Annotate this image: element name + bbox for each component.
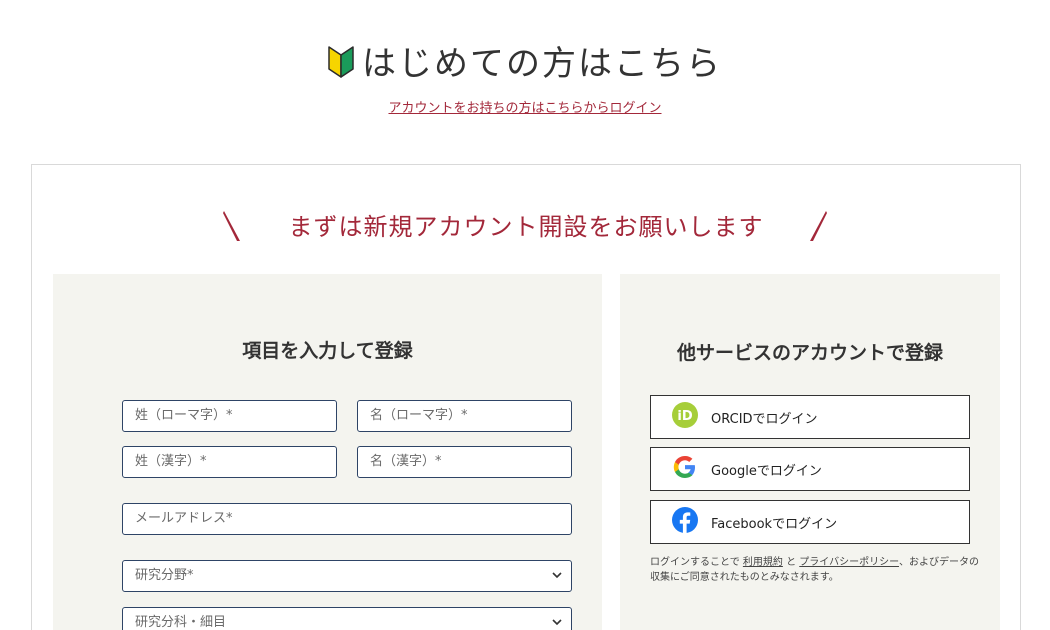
facebook-login-button[interactable]: Facebookでログイン [650, 500, 970, 544]
first-name-roman-placeholder: 名（ローマ字）* [370, 408, 468, 423]
google-login-label: Googleでログイン [711, 463, 822, 479]
consent-and: と [786, 557, 797, 568]
svg-text:iD: iD [677, 409, 692, 424]
signup-heading: まずは新規アカウント開設をお願いします [288, 213, 764, 241]
orcid-login-button[interactable]: iD ORCIDでログイン [650, 395, 970, 439]
first-name-kanji-placeholder: 名（漢字）* [370, 454, 442, 469]
research-subfield-value: 研究分科・細目 [135, 615, 227, 630]
page-title: はじめての方はこちら [0, 36, 1050, 88]
consent-prefix: ログインすることで [650, 557, 740, 568]
research-subfield-select[interactable]: 研究分科・細目 [122, 607, 572, 630]
form-panel: 項目を入力して登録 姓（ローマ字）* 名（ローマ字）* 姓（漢字）* 名（漢字）… [53, 274, 602, 630]
signup-card: まずは新規アカウント開設をお願いします 項目を入力して登録 姓（ローマ字）* 名… [31, 164, 1021, 630]
login-link[interactable]: アカウントをお持ちの方はこちらからログイン [0, 97, 1050, 116]
social-panel: 他サービスのアカウントで登録 iD ORCIDでログイン Googleでログイン [620, 274, 1000, 630]
last-name-roman-placeholder: 姓（ローマ字）* [135, 408, 233, 423]
first-name-kanji-input[interactable]: 名（漢字）* [357, 446, 572, 478]
orcid-login-label: ORCIDでログイン [711, 411, 818, 427]
facebook-icon [671, 506, 699, 538]
beginner-mark-icon [328, 45, 354, 88]
email-input[interactable]: メールアドレス* [122, 503, 572, 535]
social-panel-title: 他サービスのアカウントで登録 [676, 342, 943, 364]
research-field-value: 研究分野* [135, 568, 194, 583]
page-title-text: はじめての方はこちら [362, 44, 722, 84]
research-field-select[interactable]: 研究分野* [122, 560, 572, 592]
terms-link[interactable]: 利用規約 [743, 557, 783, 568]
last-name-kanji-input[interactable]: 姓（漢字）* [122, 446, 337, 478]
email-placeholder: メールアドレス* [135, 511, 233, 526]
right-slash-decoration [810, 211, 827, 241]
google-login-button[interactable]: Googleでログイン [650, 447, 970, 491]
form-panel-title: 項目を入力して登録 [242, 340, 413, 362]
google-icon [671, 453, 699, 485]
last-name-roman-input[interactable]: 姓（ローマ字）* [122, 400, 337, 432]
last-name-kanji-placeholder: 姓（漢字）* [135, 454, 207, 469]
chevron-down-icon [551, 561, 563, 603]
orcid-icon: iD [671, 401, 699, 433]
privacy-link[interactable]: プライバシーポリシー [799, 557, 899, 568]
facebook-login-label: Facebookでログイン [711, 516, 838, 532]
consent-note: ログインすることで 利用規約 と プライバシーポリシー、およびデータの収集にご同… [650, 555, 980, 585]
first-name-roman-input[interactable]: 名（ローマ字）* [357, 400, 572, 432]
chevron-down-icon [551, 608, 563, 630]
